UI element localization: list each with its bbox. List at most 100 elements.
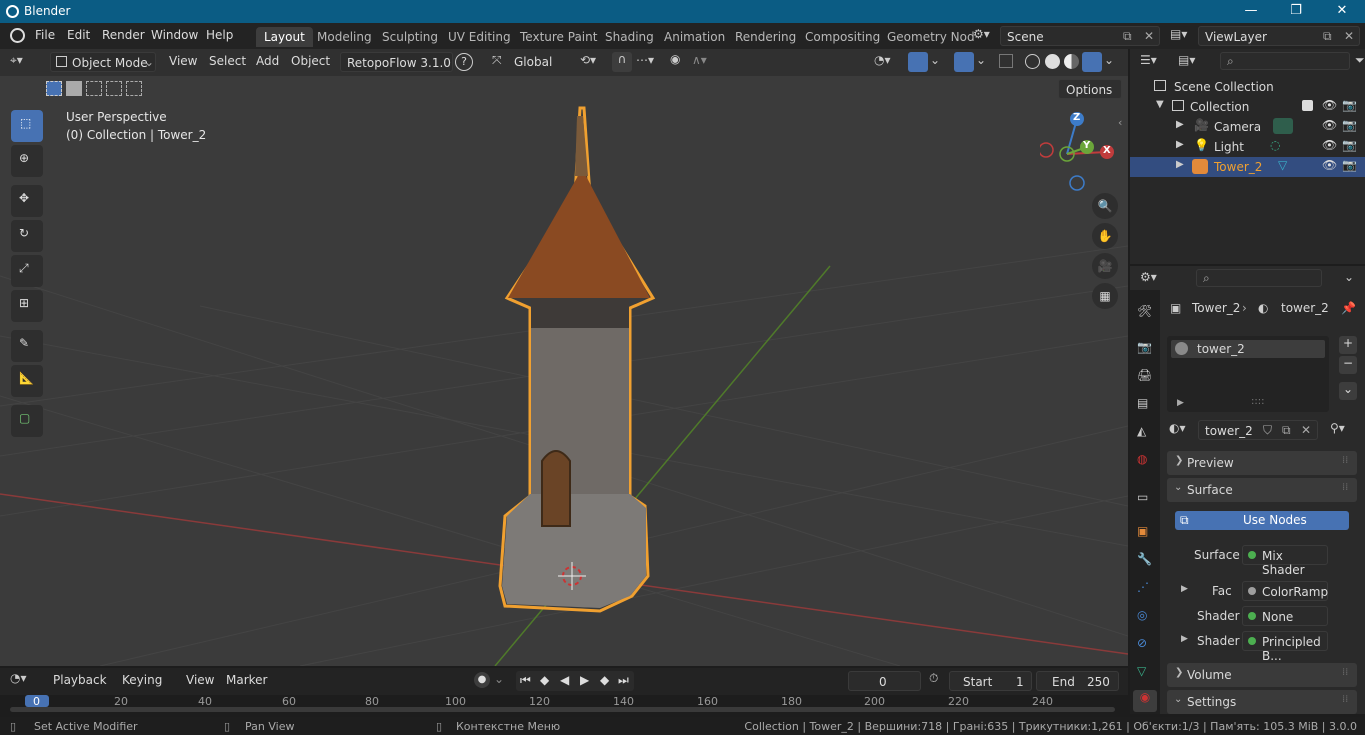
eye-icon[interactable]: 👁 xyxy=(1322,118,1337,132)
snap-icon[interactable]: ∩ xyxy=(612,52,632,72)
tab-compositing[interactable]: Compositing xyxy=(797,27,888,47)
tower-model[interactable] xyxy=(0,76,1128,666)
fake-user-icon[interactable]: ⛉ xyxy=(1263,423,1272,438)
output-tab-icon[interactable]: 🖨 xyxy=(1137,368,1152,382)
camera-data-icon[interactable] xyxy=(1273,118,1293,134)
menu-help[interactable]: Help xyxy=(206,28,233,42)
annotate-tool[interactable]: ✎ xyxy=(11,330,43,362)
menu-select[interactable]: Select xyxy=(209,54,246,68)
select-box-tool[interactable]: ⬚ xyxy=(11,110,43,142)
surface-node-field[interactable]: Mix Shader xyxy=(1242,545,1328,577)
menu-object[interactable]: Object xyxy=(291,54,330,68)
world-tab-icon[interactable]: ◍ xyxy=(1137,452,1147,466)
drag-handle-icon[interactable]: ⁞⁞ xyxy=(1342,482,1348,493)
panel-preview-header[interactable]: ❯ Preview ⁞⁞ xyxy=(1167,451,1357,475)
view-layer-selector[interactable]: ViewLayer ⧉ ✕ xyxy=(1198,26,1360,46)
drag-handle-icon[interactable]: ⁞⁞ xyxy=(1342,667,1348,678)
start-frame-field[interactable]: Start 1 xyxy=(949,671,1032,691)
add-slot-button[interactable]: + xyxy=(1339,336,1357,354)
material-slot-list[interactable]: tower_2 ▶ :::: xyxy=(1167,336,1329,412)
gizmo-toggle-icon[interactable] xyxy=(908,52,928,72)
navigation-gizmo[interactable]: Z Y X xyxy=(1038,111,1120,191)
use-nodes-button[interactable]: ⧉ Use Nodes xyxy=(1175,511,1349,530)
jump-end-icon[interactable]: ⏭ xyxy=(618,673,629,688)
display-mode-icon[interactable]: ▤▾ xyxy=(1178,53,1195,67)
expand-arrow-icon[interactable]: ▶ xyxy=(1176,119,1184,130)
tab-geometry-nodes[interactable]: Geometry Nod xyxy=(879,27,983,47)
jump-start-icon[interactable]: ⏮ xyxy=(520,673,531,688)
material-tab-icon[interactable]: ◉ xyxy=(1133,690,1157,712)
camera-render-icon[interactable]: 📷 xyxy=(1342,98,1357,112)
render-tab-icon[interactable]: 📷 xyxy=(1137,340,1152,354)
outliner-row-collection[interactable]: ▼ Collection 👁 📷 xyxy=(1130,97,1365,117)
camera-render-icon[interactable]: 📷 xyxy=(1342,118,1357,132)
select-subtract-icon[interactable] xyxy=(86,81,102,96)
panel-settings-header[interactable]: ⌄ Settings ⁞⁞ xyxy=(1167,690,1357,714)
drag-handle-icon[interactable]: ⁞⁞ xyxy=(1342,455,1348,466)
copy-view-layer-icon[interactable]: ⧉ xyxy=(1323,29,1332,44)
record-icon[interactable]: ● xyxy=(474,672,490,688)
menu-playback[interactable]: Playback xyxy=(53,673,107,687)
outliner-row-tower[interactable]: ▶ Tower_2 ▽ 👁 📷 xyxy=(1130,157,1365,177)
measure-tool[interactable]: 📐 xyxy=(11,365,43,397)
pan-hand-icon[interactable]: ✋ xyxy=(1092,223,1118,249)
overlay-dropdown-icon[interactable]: ⌄ xyxy=(976,53,986,67)
light-data-icon[interactable]: ◌ xyxy=(1270,138,1280,152)
object-tab-icon[interactable]: ▣ xyxy=(1137,524,1148,538)
checkbox-icon[interactable] xyxy=(1302,100,1313,111)
wireframe-shading-icon[interactable] xyxy=(1025,54,1040,69)
particles-tab-icon[interactable]: ⋰ xyxy=(1137,580,1149,594)
physics-tab-icon[interactable]: ◎ xyxy=(1137,608,1147,622)
play-icon[interactable]: ▶ xyxy=(580,673,589,687)
unlink-material-icon[interactable]: ✕ xyxy=(1301,423,1311,437)
link-type-icon[interactable]: ⚲▾ xyxy=(1330,421,1345,435)
transform-orientation-icon[interactable]: ⤧ xyxy=(492,53,502,68)
resize-handle-icon[interactable]: :::: xyxy=(1251,396,1264,407)
material-slot-row[interactable]: tower_2 xyxy=(1171,340,1325,358)
shader-2-field[interactable]: Principled B... xyxy=(1242,631,1328,663)
eye-icon[interactable]: 👁 xyxy=(1322,158,1337,172)
material-shading-icon[interactable] xyxy=(1064,54,1079,69)
mode-dropdown[interactable]: Object Mode ⌄ xyxy=(50,52,156,72)
select-extend-icon[interactable] xyxy=(66,81,82,96)
tab-rendering[interactable]: Rendering xyxy=(727,27,804,47)
auto-key-dropdown-icon[interactable]: ⌄ xyxy=(494,672,504,686)
3d-viewport[interactable]: User Perspective (0) Collection | Tower_… xyxy=(0,76,1128,666)
duplicate-material-icon[interactable]: ⧉ xyxy=(1282,423,1291,438)
expand-arrow-icon[interactable]: ▶ xyxy=(1181,584,1188,594)
expand-arrow-icon[interactable]: ▶ xyxy=(1176,159,1184,170)
timeline-scrollbar[interactable] xyxy=(10,707,1115,712)
view-layer-tab-icon[interactable]: ▤ xyxy=(1137,396,1148,410)
snap-target-icon[interactable]: ⋯▾ xyxy=(636,53,654,67)
frame-ruler[interactable]: 0 20 40 60 80 100 120 140 160 180 200 22… xyxy=(0,695,1128,714)
slot-specials-button[interactable]: ⌄ xyxy=(1339,382,1357,400)
add-cube-tool[interactable]: ▢ xyxy=(11,405,43,437)
tab-texture-paint[interactable]: Texture Paint xyxy=(512,27,605,47)
visibility-icon[interactable]: ◔▾ xyxy=(874,53,891,67)
tool-tab-icon[interactable]: 🛠 xyxy=(1137,304,1152,318)
view-layer-icon[interactable]: ▤▾ xyxy=(1170,27,1196,47)
menu-view[interactable]: View xyxy=(169,54,197,68)
timeline-editor-icon[interactable]: ◔▾ xyxy=(10,671,27,685)
menu-render[interactable]: Render xyxy=(102,28,145,42)
end-frame-field[interactable]: End 250 xyxy=(1036,671,1119,691)
menu-add[interactable]: Add xyxy=(256,54,279,68)
editor-type-icon[interactable]: ⌖▾ xyxy=(10,53,23,68)
retopoflow-dropdown[interactable]: RetopoFlow 3.1.0 xyxy=(340,52,453,72)
expand-arrow-icon[interactable]: ▶ xyxy=(1181,634,1188,644)
fac-node-field[interactable]: ColorRamp xyxy=(1242,581,1328,601)
menu-view-timeline[interactable]: View xyxy=(186,673,214,687)
panel-volume-header[interactable]: ❯ Volume ⁞⁞ xyxy=(1167,663,1357,687)
properties-options-icon[interactable]: ⌄ xyxy=(1344,270,1354,284)
camera-view-icon[interactable]: 🎥 xyxy=(1092,253,1118,279)
select-new-icon[interactable] xyxy=(46,81,62,96)
transform-tool[interactable]: ⊞ xyxy=(11,290,43,322)
outliner-search-input[interactable]: ⌕ xyxy=(1220,52,1350,70)
close-button[interactable]: ✕ xyxy=(1319,0,1365,23)
tab-uv-editing[interactable]: UV Editing xyxy=(440,27,519,47)
constraints-tab-icon[interactable]: ⊘ xyxy=(1137,636,1147,650)
overlay-toggle-icon[interactable] xyxy=(954,52,974,72)
rendered-shading-icon[interactable] xyxy=(1082,52,1102,72)
tab-modeling[interactable]: Modeling xyxy=(309,27,380,47)
list-expand-icon[interactable]: ▶ xyxy=(1177,398,1184,408)
